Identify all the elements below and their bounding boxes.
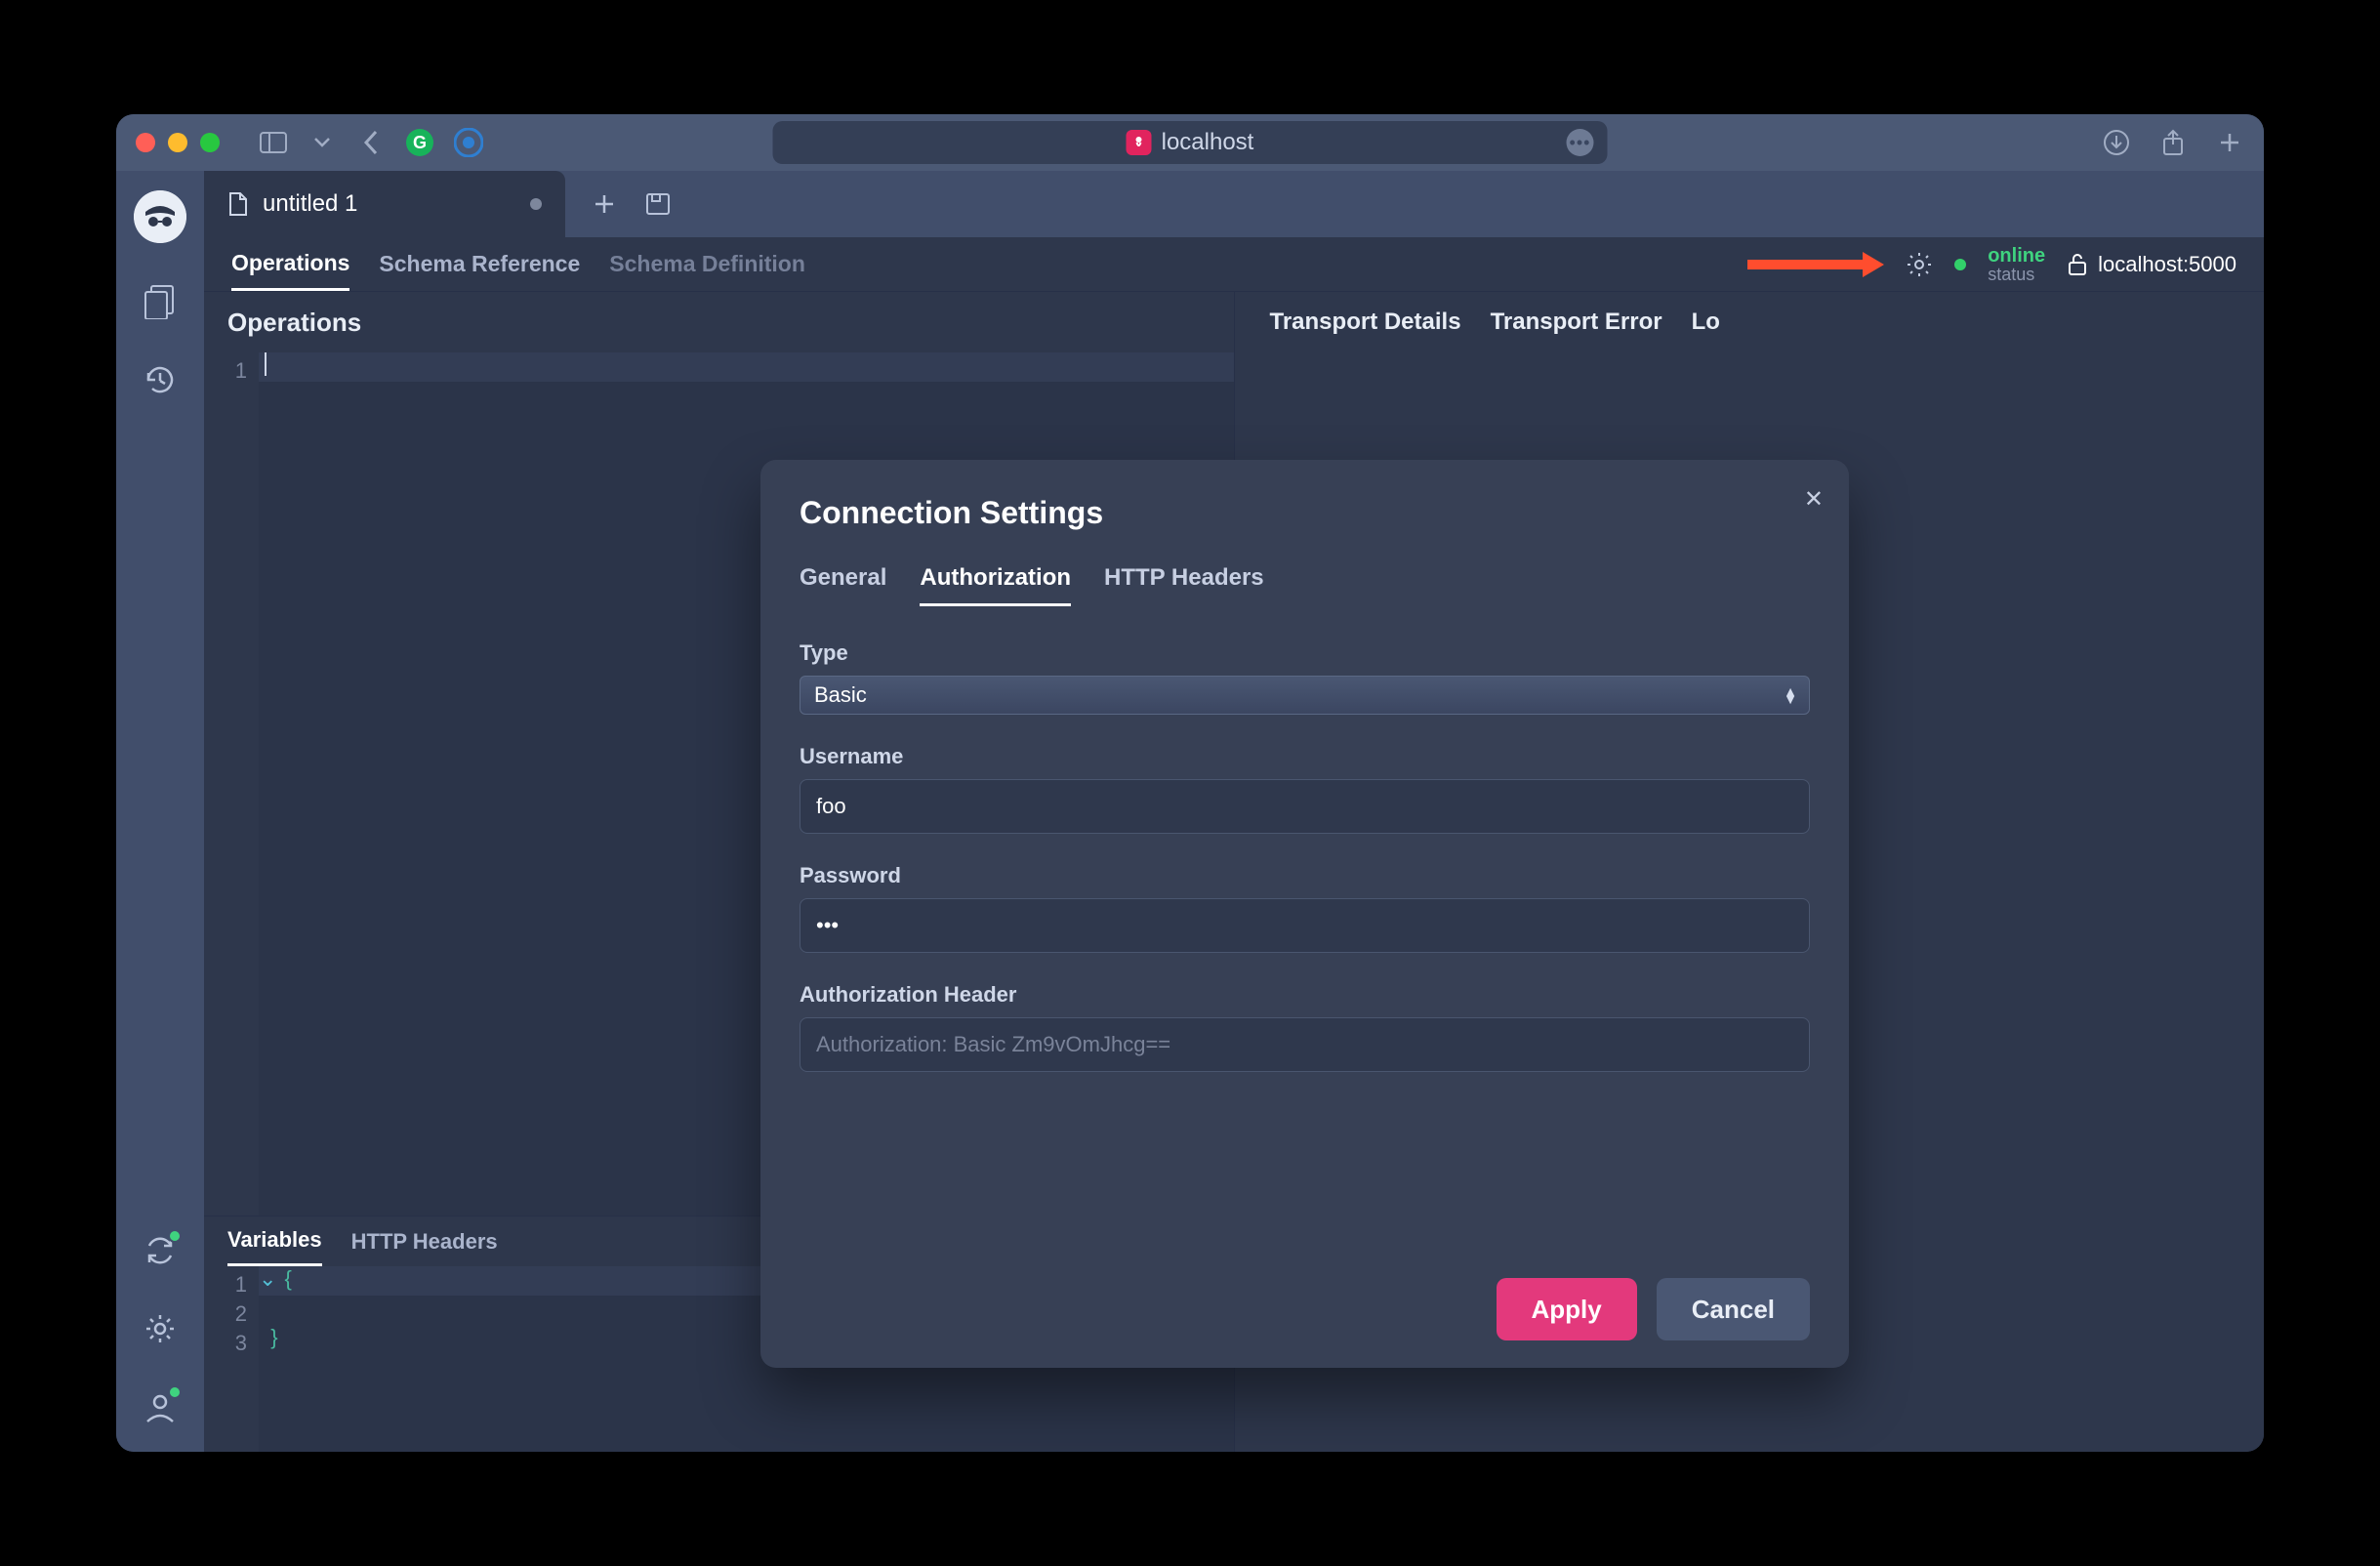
extension-1p-icon[interactable] <box>454 128 483 157</box>
app-content: untitled 1 Operations Schema Reference <box>116 171 2264 1452</box>
extension-g-icon[interactable]: G <box>405 128 434 157</box>
account-badge-dot <box>168 1385 182 1399</box>
file-icon <box>227 191 249 217</box>
modal-tabs: General Authorization HTTP Headers <box>800 564 1810 607</box>
save-all-icon[interactable] <box>645 192 671 216</box>
downloads-icon[interactable] <box>2102 128 2131 157</box>
modal-actions: Apply Cancel <box>800 1278 1810 1340</box>
status-indicator-dot <box>1954 259 1966 270</box>
subbar: Operations Schema Reference Schema Defin… <box>204 237 2264 292</box>
settings-icon[interactable] <box>141 1309 180 1348</box>
traffic-lights <box>136 133 220 152</box>
lock-open-icon <box>2067 253 2088 276</box>
tab-schema-reference[interactable]: Schema Reference <box>379 237 580 291</box>
line-number: 1 <box>204 356 247 386</box>
main-area: untitled 1 Operations Schema Reference <box>204 171 2264 1452</box>
tab-general[interactable]: General <box>800 564 886 606</box>
tab-variables[interactable]: Variables <box>227 1216 322 1266</box>
subtabs: Operations Schema Reference Schema Defin… <box>204 237 833 291</box>
apply-button[interactable]: Apply <box>1497 1278 1637 1340</box>
new-doc-icon[interactable] <box>593 192 616 216</box>
auth-header-display <box>800 1017 1810 1072</box>
avatar[interactable] <box>134 190 186 243</box>
tab-transport-details[interactable]: Transport Details <box>1270 309 1461 336</box>
minimize-window-dot[interactable] <box>168 133 187 152</box>
brace-open: { <box>284 1266 291 1291</box>
password-input[interactable] <box>800 898 1810 953</box>
password-label: Password <box>800 863 1810 888</box>
tab-authorization[interactable]: Authorization <box>920 564 1071 606</box>
tab-schema-definition[interactable]: Schema Definition <box>609 237 805 291</box>
address-more-icon[interactable]: ••• <box>1567 129 1594 156</box>
sync-icon[interactable] <box>141 1231 180 1270</box>
connection-settings-modal: ✕ Connection Settings General Authorizat… <box>760 460 1849 1368</box>
vars-gutter: 1 2 3 <box>204 1266 259 1452</box>
close-window-dot[interactable] <box>136 133 155 152</box>
operations-header: Operations <box>204 292 1234 352</box>
tab-operations[interactable]: Operations <box>231 237 349 291</box>
history-icon[interactable] <box>141 360 180 399</box>
tab-modified-dot[interactable] <box>530 198 542 210</box>
titlebar-right-tools <box>2102 128 2244 157</box>
operations-title: Operations <box>227 308 361 338</box>
zoom-window-dot[interactable] <box>200 133 220 152</box>
select-arrows-icon: ▲▼ <box>1784 687 1797 703</box>
sync-badge-dot <box>168 1229 182 1243</box>
status-sublabel: status <box>1988 266 2045 283</box>
tab-transport-error[interactable]: Transport Error <box>1491 309 1662 336</box>
document-tab-title: untitled 1 <box>263 190 357 218</box>
address-bar[interactable]: localhost ••• <box>773 121 1608 164</box>
fold-chevron-icon[interactable]: ⌄ <box>259 1266 276 1291</box>
auth-header-label: Authorization Header <box>800 982 1810 1008</box>
results-tabs: Transport Details Transport Error Lo <box>1235 292 2265 352</box>
new-tab-icon[interactable] <box>2215 128 2244 157</box>
documents-icon[interactable] <box>141 282 180 321</box>
sidebar-toggle-icon[interactable] <box>259 128 288 157</box>
username-input[interactable] <box>800 779 1810 834</box>
online-status: online status <box>1988 246 2045 283</box>
type-select[interactable]: Basic ▲▼ <box>800 676 1810 715</box>
site-badge-icon <box>1127 130 1152 155</box>
endpoint-display[interactable]: localhost:5000 <box>2067 252 2236 277</box>
app-window: G localhost ••• <box>116 114 2264 1452</box>
connection-settings-icon[interactable] <box>1906 251 1933 278</box>
type-value: Basic <box>814 682 867 708</box>
tab-actions <box>565 171 698 237</box>
type-label: Type <box>800 640 1810 666</box>
line-number: 3 <box>204 1329 247 1358</box>
online-label: online <box>1988 246 2045 266</box>
account-icon[interactable] <box>141 1387 180 1426</box>
cancel-button[interactable]: Cancel <box>1657 1278 1810 1340</box>
line-number: 1 <box>204 1270 247 1299</box>
endpoint-text: localhost:5000 <box>2098 252 2236 277</box>
chevron-down-icon[interactable] <box>308 128 337 157</box>
close-icon[interactable]: ✕ <box>1804 485 1824 514</box>
titlebar-left-tools: G <box>259 128 483 157</box>
auth-form: Type Basic ▲▼ Username Password Authoriz… <box>800 640 1810 1101</box>
svg-text:G: G <box>413 133 427 152</box>
titlebar: G localhost ••• <box>116 114 2264 171</box>
back-icon[interactable] <box>356 128 386 157</box>
document-tab[interactable]: untitled 1 <box>204 171 565 237</box>
status-right: online status localhost:5000 <box>1747 237 2264 291</box>
username-label: Username <box>800 744 1810 769</box>
tab-cutoff[interactable]: Lo <box>1692 309 1720 336</box>
tab-http-headers-modal[interactable]: HTTP Headers <box>1104 564 1264 606</box>
line-number: 2 <box>204 1299 247 1329</box>
editor-gutter: 1 <box>204 352 259 1216</box>
document-tabstrip: untitled 1 <box>204 171 2264 237</box>
callout-arrow-icon <box>1747 252 1884 277</box>
tab-http-headers[interactable]: HTTP Headers <box>351 1216 498 1266</box>
modal-title: Connection Settings <box>800 495 1810 531</box>
share-icon[interactable] <box>2158 128 2188 157</box>
left-rail <box>116 171 204 1452</box>
address-host: localhost <box>1162 129 1254 156</box>
brace-close: } <box>270 1325 277 1349</box>
